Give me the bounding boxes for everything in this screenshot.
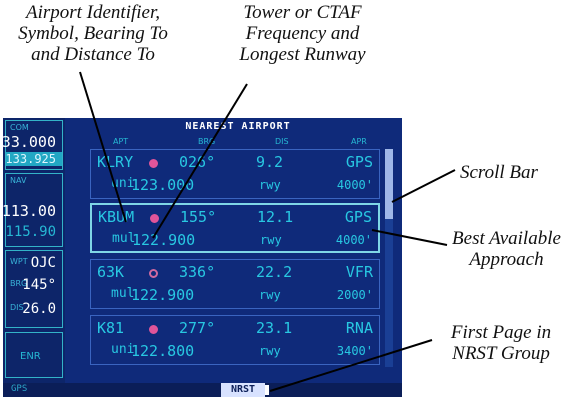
airport-bearing: 277° bbox=[179, 319, 216, 337]
airport-row[interactable]: K81 277° 23.1 RNA uni 122.800 rwy 3400' bbox=[90, 315, 380, 365]
callout-line: First Page in bbox=[450, 322, 552, 343]
wpt-label: WPT bbox=[10, 257, 28, 266]
runway-length: 4000' bbox=[335, 233, 372, 247]
airport-identifier: KLRY bbox=[97, 153, 134, 171]
airport-approach: RNA bbox=[345, 319, 373, 337]
airport-frequency: 123.000 bbox=[131, 176, 195, 194]
airport-symbol-icon bbox=[149, 159, 158, 168]
airport-approach: GPS bbox=[344, 208, 372, 226]
airport-bearing: 026° bbox=[179, 153, 216, 171]
column-header-dis: DIS bbox=[275, 137, 289, 146]
scroll-bar[interactable] bbox=[385, 149, 393, 367]
callout-first-page: First Page in NRST Group bbox=[436, 322, 566, 364]
airport-row[interactable]: KLRY 026° 9.2 GPS uni 123.000 rwy 4000' bbox=[90, 149, 380, 199]
callout-line: Best Available bbox=[452, 228, 561, 249]
com-active-frequency[interactable]: 133.000 bbox=[0, 133, 56, 151]
airport-bearing: 155° bbox=[180, 208, 217, 226]
status-bar: GPS NRST bbox=[3, 383, 402, 397]
status-bar-left: GPS bbox=[11, 384, 28, 394]
airport-distance: 9.2 bbox=[256, 153, 284, 171]
mode-box: ENR bbox=[5, 332, 63, 378]
callout-line: Frequency and bbox=[245, 23, 360, 44]
airport-identifier: KBUM bbox=[98, 208, 135, 226]
airport-symbol-icon bbox=[150, 214, 159, 223]
brg-value: 145° bbox=[22, 277, 56, 293]
airport-frequency: 122.800 bbox=[131, 342, 195, 360]
nav-box: NAV 113.00 115.90 bbox=[2, 173, 63, 247]
column-header-apr: APR bbox=[351, 137, 367, 146]
callout-line: Longest Runway bbox=[239, 44, 366, 65]
page-indicator bbox=[265, 385, 269, 395]
callout-best-approach: Best Available Approach bbox=[444, 228, 569, 270]
column-header-apt: APT bbox=[113, 137, 129, 146]
column-header-brg: BRG bbox=[198, 137, 216, 146]
page-title: NEAREST AIRPORT bbox=[185, 121, 291, 132]
callout-line: Airport Identifier, bbox=[25, 2, 161, 23]
waypoint-box: WPT OJC BRG 145° DIS 26.0 bbox=[5, 250, 63, 328]
com-standby-frequency[interactable]: 133.925 bbox=[5, 152, 56, 166]
airport-frequency: 122.900 bbox=[132, 231, 196, 249]
nav-active-frequency[interactable]: 113.00 bbox=[2, 202, 56, 220]
airport-frequency: 122.900 bbox=[131, 286, 195, 304]
airport-identifier: 63K bbox=[97, 263, 125, 281]
page-group-nrst: NRST bbox=[221, 383, 265, 397]
runway-length: 2000' bbox=[336, 288, 373, 302]
nearest-airport-list: KLRY 026° 9.2 GPS uni 123.000 rwy 4000' … bbox=[90, 149, 383, 367]
callout-line: Tower or CTAF bbox=[243, 2, 362, 23]
runway-length: 4000' bbox=[336, 178, 373, 192]
callout-line: NRST Group bbox=[452, 343, 550, 364]
callout-line: Approach bbox=[469, 249, 544, 270]
flight-phase-mode: ENR bbox=[20, 351, 41, 362]
airport-distance: 12.1 bbox=[257, 208, 294, 226]
scroll-thumb[interactable] bbox=[385, 149, 393, 219]
airport-distance: 22.2 bbox=[256, 263, 293, 281]
callout-airport-identifier: Airport Identifier, Symbol, Bearing To a… bbox=[8, 2, 178, 65]
callout-scroll-bar: Scroll Bar bbox=[460, 162, 538, 183]
runway-label: rwy bbox=[259, 288, 281, 302]
gps-display: COM 133.000 133.925 NAV 113.00 115.90 WP… bbox=[0, 118, 402, 397]
callout-line: Symbol, Bearing To bbox=[18, 23, 168, 44]
runway-length: 3400' bbox=[336, 344, 373, 358]
dis-value: 26.0 bbox=[22, 301, 56, 317]
airport-row-selected[interactable]: KBUM 155° 12.1 GPS mul 122.900 rwy 4000' bbox=[90, 203, 380, 253]
runway-label: rwy bbox=[259, 178, 281, 192]
airport-distance: 23.1 bbox=[256, 319, 293, 337]
airport-row[interactable]: 63K 336° 22.2 VFR mul 122.900 rwy 2000' bbox=[90, 259, 380, 309]
nav-standby-frequency[interactable]: 115.90 bbox=[5, 224, 56, 240]
wpt-identifier: OJC bbox=[30, 255, 56, 271]
airport-symbol-icon bbox=[149, 269, 158, 278]
airport-symbol-icon bbox=[149, 325, 158, 334]
com-label: COM bbox=[10, 123, 29, 132]
com-box: COM 133.000 133.925 bbox=[0, 120, 63, 170]
callout-tower-ctaf: Tower or CTAF Frequency and Longest Runw… bbox=[220, 2, 385, 65]
nav-label: NAV bbox=[10, 176, 27, 185]
runway-label: rwy bbox=[260, 233, 282, 247]
runway-label: rwy bbox=[259, 344, 281, 358]
callout-line: and Distance To bbox=[31, 44, 155, 65]
airport-identifier: K81 bbox=[97, 319, 125, 337]
airport-approach: VFR bbox=[345, 263, 373, 281]
airport-bearing: 336° bbox=[179, 263, 216, 281]
comm-nav-panel: COM 133.000 133.925 NAV 113.00 115.90 WP… bbox=[0, 118, 65, 397]
airport-approach: GPS bbox=[345, 153, 373, 171]
